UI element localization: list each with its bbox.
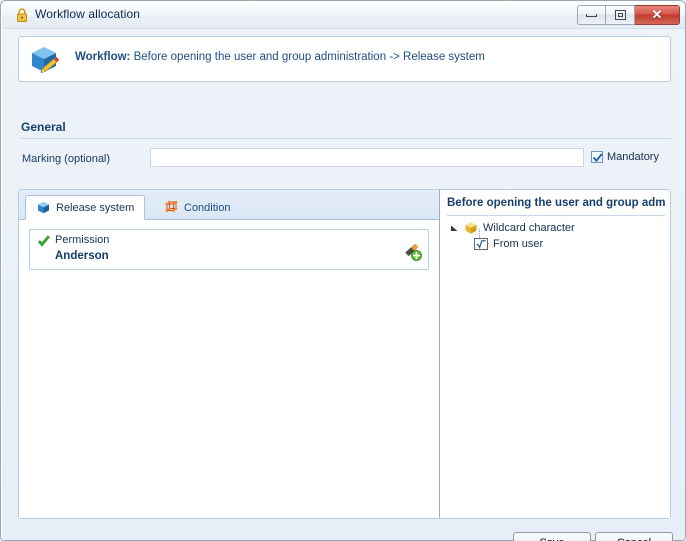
- general-group-label: General: [21, 120, 66, 134]
- marking-input[interactable]: [150, 148, 584, 167]
- collapse-triangle-icon[interactable]: [450, 224, 459, 233]
- tab-condition[interactable]: Condition: [153, 195, 241, 220]
- cancel-button[interactable]: Cancel: [595, 532, 673, 541]
- close-icon: ✕: [651, 7, 663, 22]
- tree-node-from-user-label: From user: [493, 238, 544, 250]
- window-controls: ✕: [577, 5, 680, 25]
- general-divider: [21, 138, 671, 139]
- workflow-path: Before opening the user and group admini…: [130, 51, 485, 63]
- gold-cube-icon: [463, 220, 479, 236]
- tab-condition-label: Condition: [184, 201, 231, 214]
- mandatory-checkbox-group[interactable]: Mandatory: [591, 151, 659, 163]
- tree-node-from-user[interactable]: From user: [473, 236, 543, 252]
- permission-label: Permission: [55, 234, 110, 246]
- main-panel: Release system Condition Permission Ande…: [18, 189, 671, 519]
- red-wireframe-cube-icon: [164, 200, 179, 215]
- tree-node-wildcard-character-label: Wildcard character: [483, 222, 575, 234]
- workflow-header-panel: Workflow: Before opening the user and gr…: [18, 36, 671, 82]
- mandatory-label: Mandatory: [607, 151, 659, 163]
- tree-title-divider: [447, 215, 665, 216]
- minimize-icon: [586, 13, 597, 17]
- workflow-cube-edit-icon: [25, 41, 63, 79]
- workflow-path-label: Workflow: Before opening the user and gr…: [75, 51, 485, 63]
- client-area: Workflow: Before opening the user and gr…: [2, 29, 685, 541]
- tab-strip: Release system Condition: [19, 190, 439, 220]
- tree-panel-title: Before opening the user and group adm: [447, 197, 666, 209]
- minimize-button[interactable]: [577, 5, 606, 25]
- tab-release-system[interactable]: Release system: [25, 195, 146, 220]
- formula-sqrt-icon: [473, 236, 489, 252]
- close-button[interactable]: ✕: [635, 5, 680, 25]
- add-marker-icon[interactable]: [402, 241, 422, 261]
- blue-cube-icon: [36, 200, 51, 215]
- marking-label: Marking (optional): [22, 153, 111, 165]
- lock-icon: [15, 8, 29, 23]
- tab-release-system-label: Release system: [56, 201, 135, 214]
- green-check-icon: [37, 235, 51, 249]
- window-title: Workflow allocation: [35, 7, 141, 21]
- application-window: Workflow allocation ✕ Workflow: Before o…: [0, 0, 686, 541]
- mandatory-checkbox[interactable]: [591, 151, 603, 163]
- title-bar: Workflow allocation ✕: [2, 2, 685, 29]
- permission-card[interactable]: Permission Anderson: [29, 229, 429, 270]
- permission-value: Anderson: [55, 250, 109, 262]
- left-pane: Release system Condition Permission Ande…: [19, 190, 439, 518]
- right-pane: Before opening the user and group adm Wi…: [440, 190, 670, 518]
- tree-node-wildcard-character[interactable]: Wildcard character: [450, 220, 575, 236]
- maximize-icon: [614, 10, 626, 20]
- workflow-prefix: Workflow:: [75, 51, 131, 63]
- maximize-button[interactable]: [606, 5, 635, 25]
- save-button[interactable]: Save: [513, 532, 591, 541]
- dialog-window: Workflow allocation ✕ Workflow: Before o…: [0, 0, 686, 541]
- checkmark-icon: [592, 153, 603, 162]
